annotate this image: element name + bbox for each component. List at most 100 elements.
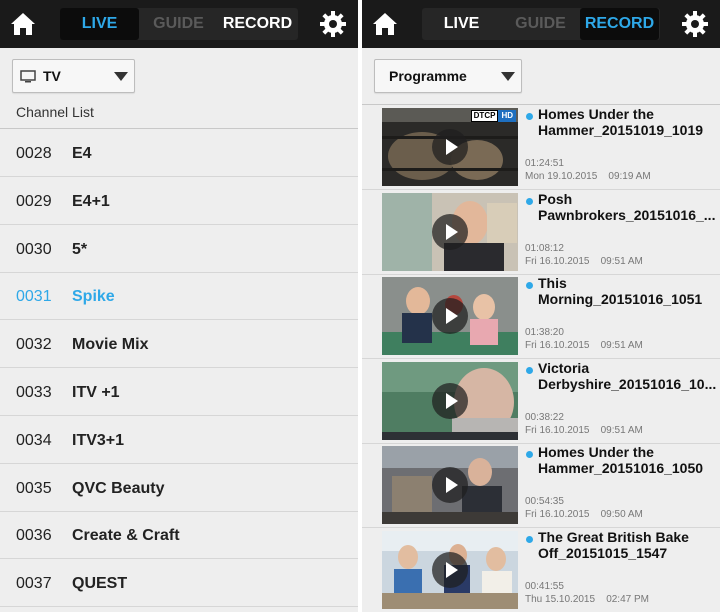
section-divider	[0, 128, 358, 129]
channel-number: 0035	[16, 479, 52, 497]
recording-date: Fri 16.10.2015	[525, 424, 590, 436]
live-panel: LIVE GUIDE RECORD TV Channel List 0028 E…	[0, 0, 358, 612]
recording-time: 02:47 PM	[606, 593, 649, 605]
recording-badges: DTCP HD	[470, 110, 516, 122]
channel-row[interactable]: 0037 QUEST	[0, 560, 358, 608]
play-icon[interactable]	[432, 129, 468, 165]
recording-title: Posh Pawnbrokers_20151016_...	[538, 191, 718, 223]
recording-row[interactable]: Victoria Derbyshire_20151016_10... 00:38:2…	[362, 360, 720, 444]
recording-title-line1: Victoria	[538, 359, 590, 376]
recording-title-line1: Homes Under the	[538, 106, 654, 122]
dot-icon	[526, 451, 533, 458]
recording-duration: 00:38:22	[525, 411, 564, 423]
tv-icon	[20, 70, 36, 83]
channel-name: ITV +1	[72, 384, 120, 401]
recording-title-line2: Pawnbrokers_20151016_...	[538, 206, 716, 223]
top-bar: LIVE GUIDE RECORD	[362, 0, 720, 48]
recording-duration: 01:24:51	[525, 158, 564, 169]
recording-title: Victoria Derbyshire_20151016_10...	[538, 360, 718, 392]
play-icon[interactable]	[432, 551, 468, 588]
recording-title-line1: Posh	[538, 190, 573, 207]
recording-title-line2: Hammer_20151019_1019	[538, 122, 704, 138]
recording-thumbnail[interactable]	[382, 530, 518, 609]
channel-number: 0032	[16, 336, 52, 354]
recording-title: This Morning_20151016_1051	[538, 275, 718, 307]
channel-row[interactable]: 0036 Create & Craft	[0, 512, 358, 560]
tab-record[interactable]: RECORD	[580, 8, 659, 40]
channel-number: 0031	[16, 288, 52, 306]
play-icon[interactable]	[432, 298, 468, 334]
tab-guide[interactable]: GUIDE	[501, 8, 580, 40]
channel-name: QUEST	[72, 575, 128, 593]
play-icon[interactable]	[432, 213, 468, 250]
record-panel: LIVE GUIDE RECORD Programme DTCP HD Homes …	[362, 0, 720, 612]
dot-icon	[526, 282, 533, 289]
recording-title: Homes Under the Hammer_20151016_1050	[538, 444, 718, 476]
recording-time: 09:51 AM	[600, 255, 643, 267]
tab-live[interactable]: LIVE	[60, 8, 139, 40]
channel-name: Create & Craft	[72, 527, 180, 545]
recording-thumbnail[interactable]	[382, 192, 518, 271]
dot-icon	[526, 113, 533, 120]
play-icon[interactable]	[432, 382, 468, 419]
dtcp-badge: DTCP	[470, 110, 499, 122]
home-icon[interactable]	[6, 7, 40, 41]
channel-number: 0033	[16, 384, 52, 401]
tab-live[interactable]: LIVE	[422, 8, 501, 40]
channel-row[interactable]: 0030 5*	[0, 226, 358, 273]
recording-date: Thu 15.10.2015	[525, 593, 596, 605]
channel-row[interactable]: 0031 Spike	[0, 273, 358, 321]
sort-dropdown[interactable]: Programme	[374, 59, 522, 93]
recording-thumbnail[interactable]	[382, 277, 518, 355]
recording-row[interactable]: The Great British Bake Off_20151015_1547 0…	[362, 529, 720, 612]
recording-row[interactable]: Homes Under the Hammer_20151016_1050 00:54…	[362, 444, 720, 528]
mode-tabs: LIVE GUIDE RECORD	[60, 8, 298, 40]
recording-title-line1: Homes Under the	[538, 444, 654, 460]
channel-row[interactable]: 0035 QVC Beauty	[0, 465, 358, 512]
channel-row[interactable]: 0034 ITV3+1	[0, 417, 358, 464]
chevron-down-icon	[501, 72, 515, 81]
recording-time: 09:51 AM	[600, 424, 643, 436]
recording-thumbnail[interactable]	[382, 361, 518, 440]
recording-time: 09:50 AM	[600, 509, 643, 520]
recording-title-line2: Morning_20151016_1051	[538, 291, 703, 307]
channel-list-title: Channel List	[16, 104, 94, 120]
recording-row[interactable]: Posh Pawnbrokers_20151016_... 01:08:12 Fri …	[362, 191, 720, 275]
sort-dropdown-value: Programme	[389, 68, 467, 84]
recording-title-line1: This	[538, 275, 567, 291]
recording-row[interactable]: DTCP HD Homes Under the Hammer_20151019_101…	[362, 106, 720, 190]
recording-time: 09:19 AM	[608, 171, 651, 182]
channel-number: 0028	[16, 145, 52, 162]
top-bar: LIVE GUIDE RECORD	[0, 0, 358, 48]
channel-name: Movie Mix	[72, 336, 149, 354]
gear-icon[interactable]	[316, 7, 350, 41]
channel-row[interactable]: 0029 E4+1	[0, 178, 358, 225]
recording-date: Fri 16.10.2015	[525, 255, 590, 267]
recording-duration: 00:54:35	[525, 496, 564, 507]
channel-row[interactable]: 0032 Movie Mix	[0, 321, 358, 369]
recording-datetime: Fri 16.10.2015 09:51 AM	[525, 256, 643, 267]
channel-row[interactable]: 0033 ITV +1	[0, 369, 358, 416]
tab-record[interactable]: RECORD	[218, 8, 297, 40]
source-dropdown[interactable]: TV	[12, 59, 135, 93]
tab-guide[interactable]: GUIDE	[139, 8, 218, 40]
recording-time: 09:51 AM	[600, 340, 643, 351]
play-icon[interactable]	[432, 467, 468, 503]
recording-datetime: Mon 19.10.2015 09:19 AM	[525, 171, 651, 182]
recording-duration: 01:38:20	[525, 327, 564, 338]
channel-row[interactable]: 0028 E4	[0, 130, 358, 177]
recording-thumbnail[interactable]: DTCP HD	[382, 108, 518, 186]
mode-tabs: LIVE GUIDE RECORD	[422, 8, 660, 40]
recording-row[interactable]: This Morning_20151016_1051 01:38:20 Fri 16.…	[362, 275, 720, 359]
recording-thumbnail[interactable]	[382, 446, 518, 524]
dot-icon	[526, 197, 533, 205]
recording-datetime: Fri 16.10.2015 09:51 AM	[525, 340, 643, 351]
recording-duration: 01:08:12	[525, 242, 564, 254]
recording-title: Homes Under the Hammer_20151019_1019	[538, 106, 718, 138]
recording-title-line2: Off_20151015_1547	[538, 544, 668, 561]
home-icon[interactable]	[368, 7, 402, 41]
gear-icon[interactable]	[678, 7, 712, 41]
recording-title-line1: The Great British Bake	[538, 528, 689, 545]
recording-title: The Great British Bake Off_20151015_1547	[538, 529, 718, 561]
recording-title-line2: Derbyshire_20151016_10...	[538, 375, 717, 392]
